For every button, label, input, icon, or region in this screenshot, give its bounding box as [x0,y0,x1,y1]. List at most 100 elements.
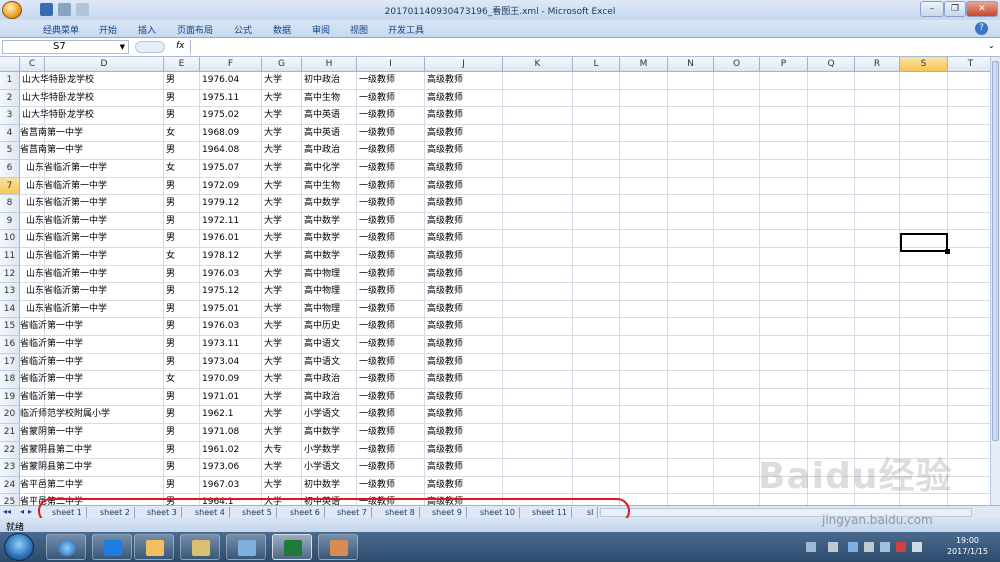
fx-icon[interactable]: fx [176,41,185,51]
taskbar-paint[interactable] [318,534,358,560]
column-header-k[interactable]: K [503,57,573,72]
column-header-r[interactable]: R [855,57,900,72]
tray-shield-icon[interactable] [848,542,858,552]
tray-volume-icon[interactable] [912,542,922,552]
cell-j4[interactable]: 高级教师 [427,125,502,142]
cell-g24[interactable]: 大学 [264,477,301,494]
cell-e10[interactable]: 男 [166,230,199,247]
cell-i23[interactable]: 一级教师 [359,459,424,476]
cell-d21[interactable]: 省蒙阴第一中学 [20,424,162,441]
cell-i4[interactable]: 一级教师 [359,125,424,142]
cell-i3[interactable]: 一级教师 [359,107,424,124]
cell-d2[interactable]: 山大华特卧龙学校 [22,90,162,107]
row-header-22[interactable]: 22 [0,441,20,460]
cell-g23[interactable]: 大学 [264,459,301,476]
column-header-f[interactable]: F [200,57,262,72]
cell-i16[interactable]: 一级教师 [359,336,424,353]
cell-d9[interactable]: 山东省临沂第一中学 [26,213,162,230]
select-all-corner[interactable] [0,57,20,72]
cell-i24[interactable]: 一级教师 [359,477,424,494]
cell-g7[interactable]: 大学 [264,178,301,195]
cell-g4[interactable]: 大学 [264,125,301,142]
cell-j1[interactable]: 高级教师 [427,72,502,89]
cell-h18[interactable]: 高中政治 [304,371,356,388]
cell-e22[interactable]: 男 [166,442,199,459]
cell-e9[interactable]: 男 [166,213,199,230]
cell-e15[interactable]: 男 [166,318,199,335]
cell-j15[interactable]: 高级教师 [427,318,502,335]
cell-h16[interactable]: 高中语文 [304,336,356,353]
cell-i1[interactable]: 一级教师 [359,72,424,89]
row-header-5[interactable]: 5 [0,142,20,160]
cell-j23[interactable]: 高级教师 [427,459,502,476]
column-header-m[interactable]: M [620,57,668,72]
cell-j14[interactable]: 高级教师 [427,301,502,318]
cell-i2[interactable]: 一级教师 [359,90,424,107]
row-header-14[interactable]: 14 [0,300,20,319]
cell-h21[interactable]: 高中数学 [304,424,356,441]
row-header-1[interactable]: 1 [0,72,20,90]
row-header-3[interactable]: 3 [0,107,20,125]
cell-f17[interactable]: 1973.04 [202,354,261,371]
clock[interactable]: 19:00 2017/1/15 [947,535,988,557]
cell-g9[interactable]: 大学 [264,213,301,230]
cell-d16[interactable]: 省临沂第一中学 [20,336,162,353]
cell-d7[interactable]: 山东省临沂第一中学 [26,178,162,195]
cell-f10[interactable]: 1976.01 [202,230,261,247]
cell-i20[interactable]: 一级教师 [359,406,424,423]
cell-e2[interactable]: 男 [166,90,199,107]
start-button[interactable] [4,533,34,561]
cell-g10[interactable]: 大学 [264,230,301,247]
cell-h9[interactable]: 高中数学 [304,213,356,230]
cell-d5[interactable]: 省莒南第一中学 [20,142,162,159]
first-sheet-icon[interactable]: ◂◂ [3,507,11,516]
cell-j20[interactable]: 高级教师 [427,406,502,423]
cell-f14[interactable]: 1975.01 [202,301,261,318]
tab-developer[interactable]: 开发工具 [388,23,424,36]
cell-e12[interactable]: 男 [166,266,199,283]
column-header-q[interactable]: Q [808,57,855,72]
row-header-20[interactable]: 20 [0,406,20,424]
cell-h2[interactable]: 高中生物 [304,90,356,107]
cell-g13[interactable]: 大学 [264,283,301,300]
cell-f16[interactable]: 1973.11 [202,336,261,353]
cell-d1[interactable]: 山大华特卧龙学校 [22,72,162,89]
column-header-e[interactable]: E [164,57,200,72]
cell-d8[interactable]: 山东省临沂第一中学 [26,195,162,212]
cell-e16[interactable]: 男 [166,336,199,353]
cell-e20[interactable]: 男 [166,406,199,423]
row-header-18[interactable]: 18 [0,371,20,389]
column-header-j[interactable]: J [425,57,503,72]
row-header-25[interactable]: 25 [0,494,20,505]
cell-j21[interactable]: 高级教师 [427,424,502,441]
taskbar-media[interactable] [226,534,266,560]
cell-i18[interactable]: 一级教师 [359,371,424,388]
cell-h12[interactable]: 高中物理 [304,266,356,283]
column-header-n[interactable]: N [668,57,714,72]
cell-i9[interactable]: 一级教师 [359,213,424,230]
cell-h20[interactable]: 小学语文 [304,406,356,423]
cell-g1[interactable]: 大学 [264,72,301,89]
cell-h15[interactable]: 高中历史 [304,318,356,335]
cell-j16[interactable]: 高级教师 [427,336,502,353]
row-header-21[interactable]: 21 [0,424,20,442]
cell-d3[interactable]: 山大华特卧龙学校 [22,107,162,124]
cell-g20[interactable]: 大学 [264,406,301,423]
row-header-8[interactable]: 8 [0,195,20,213]
cell-e3[interactable]: 男 [166,107,199,124]
cell-g21[interactable]: 大学 [264,424,301,441]
vertical-scroll-thumb[interactable] [992,61,999,441]
tab-view[interactable]: 视图 [350,23,368,36]
cell-d24[interactable]: 省平邑第二中学 [20,477,162,494]
column-header-s[interactable]: S [900,57,948,72]
row-header-13[interactable]: 13 [0,283,20,301]
cell-h22[interactable]: 小学数学 [304,442,356,459]
column-header-o[interactable]: O [714,57,760,72]
cell-j24[interactable]: 高级教师 [427,477,502,494]
cell-i5[interactable]: 一级教师 [359,142,424,159]
name-box[interactable]: S7 ▼ [2,40,129,54]
cell-e23[interactable]: 男 [166,459,199,476]
cell-f4[interactable]: 1968.09 [202,125,261,142]
cell-j3[interactable]: 高级教师 [427,107,502,124]
cell-d11[interactable]: 山东省临沂第一中学 [26,248,162,265]
